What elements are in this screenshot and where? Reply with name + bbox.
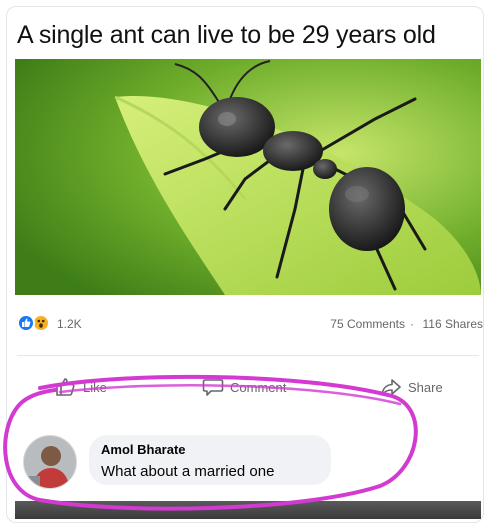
thumbs-up-icon[interactable] <box>17 314 35 332</box>
bottom-bar <box>15 501 481 519</box>
share-button[interactable]: Share <box>380 377 443 397</box>
ant-on-leaf-image <box>15 59 481 295</box>
actions-divider <box>17 355 479 356</box>
speech-bubble-icon <box>202 379 224 396</box>
thumbs-up-outline-icon <box>56 378 75 396</box>
avatar[interactable] <box>23 435 77 489</box>
ant-photo[interactable] <box>15 59 481 295</box>
comments-count[interactable]: 75 Comments <box>330 317 405 331</box>
comment-button[interactable]: Comment <box>202 377 286 397</box>
like-label: Like <box>83 379 107 395</box>
comment: Amol Bharate What about a married one <box>17 427 479 497</box>
stats-separator: · <box>410 317 414 331</box>
post-headline: A single ant can live to be 29 years old <box>17 21 436 49</box>
shares-count[interactable]: 116 Shares <box>423 317 484 331</box>
reactions-count[interactable]: 1.2K <box>57 317 82 331</box>
post-action-bar: Like Comment Share <box>17 371 479 405</box>
comment-text: What about a married one <box>101 463 275 480</box>
comment-label: Comment <box>230 379 287 395</box>
like-button[interactable]: Like <box>55 377 107 397</box>
share-arrow-icon <box>381 379 401 396</box>
comment-author[interactable]: Amol Bharate <box>101 442 319 457</box>
share-label: Share <box>408 379 443 395</box>
post-stats: 1.2K 75 Comments · 116 Shares <box>17 311 483 337</box>
comment-bubble: Amol Bharate What about a married one <box>89 435 331 485</box>
post-card: A single ant can live to be 29 years old <box>6 6 484 523</box>
